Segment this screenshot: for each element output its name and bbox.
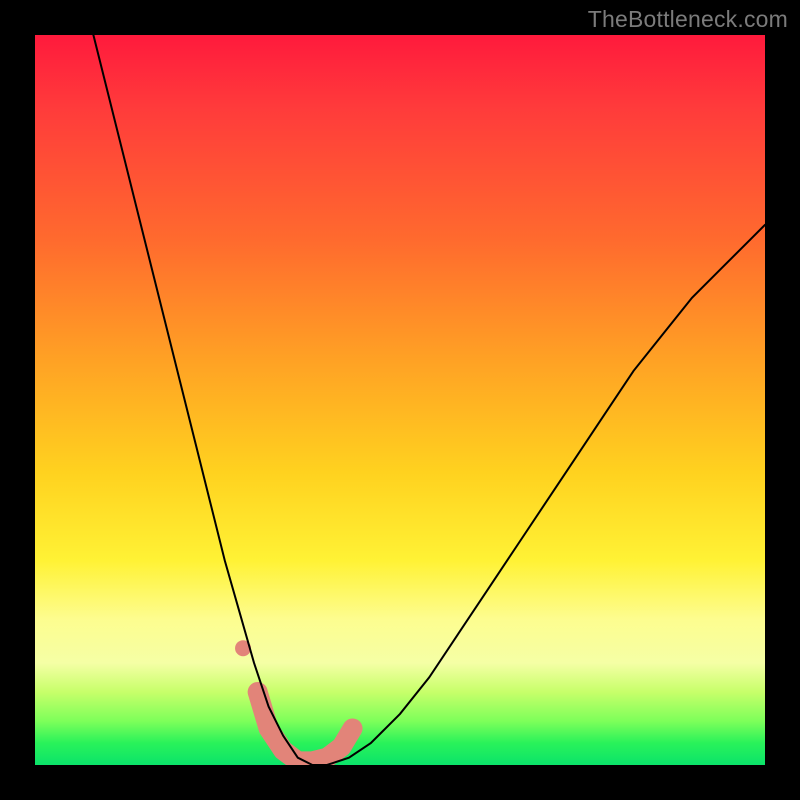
trough-highlight bbox=[258, 692, 353, 761]
watermark-text: TheBottleneck.com bbox=[588, 6, 788, 33]
plot-area bbox=[35, 35, 765, 765]
curve-layer bbox=[35, 35, 765, 765]
chart-stage: TheBottleneck.com bbox=[0, 0, 800, 800]
left-dot-marker bbox=[235, 640, 251, 656]
bottleneck-curve bbox=[93, 35, 765, 765]
